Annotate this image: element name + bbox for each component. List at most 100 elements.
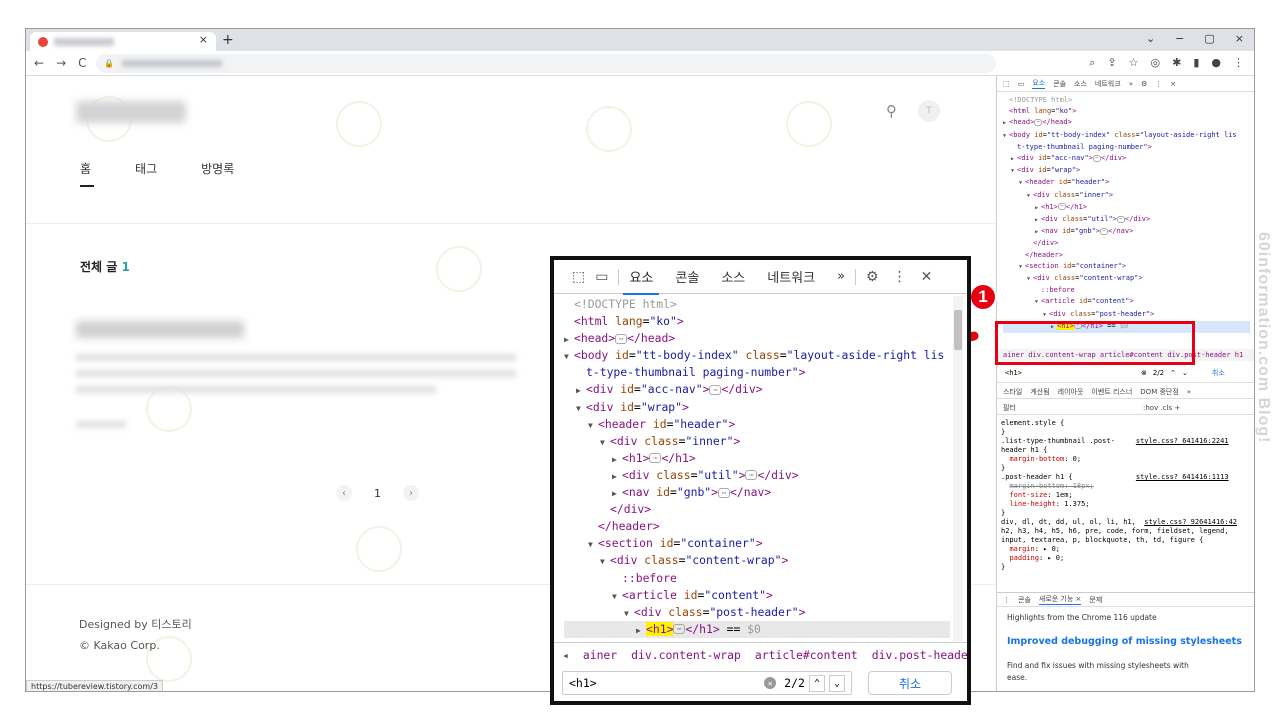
- expand-triangle-icon[interactable]: ▼: [588, 536, 598, 553]
- settings-gear-icon[interactable]: ⚙: [1141, 80, 1147, 88]
- subtab-computed[interactable]: 계산됨: [1030, 387, 1049, 397]
- dom-tree-row[interactable]: ▼ <div class="content-wrap">: [564, 552, 950, 569]
- dom-tree-row[interactable]: <html lang="ko">: [1003, 106, 1250, 117]
- dom-tree-row[interactable]: t-type-thumbnail paging-number">: [1003, 142, 1250, 153]
- search-clear-icon[interactable]: ✕: [764, 677, 777, 689]
- styles-pane[interactable]: element.style { } .list-type-thumbnail .…: [997, 417, 1245, 574]
- search-cancel-button[interactable]: 취소: [1212, 368, 1225, 378]
- search-icon[interactable]: ⚲: [886, 102, 897, 120]
- filter-input[interactable]: 필터: [1003, 403, 1143, 413]
- expand-triangle-icon[interactable]: ▼: [576, 400, 586, 417]
- kebab-menu-icon[interactable]: ⋮: [1155, 80, 1162, 88]
- tab-console[interactable]: 콘솔: [1053, 79, 1066, 89]
- menu-kebab-icon[interactable]: ⋮: [1233, 56, 1244, 70]
- dom-tree-row[interactable]: ▼ <header id="header">: [564, 416, 950, 433]
- close-devtools-icon[interactable]: ×: [1170, 80, 1176, 88]
- tab-network[interactable]: 네트워크: [767, 267, 815, 286]
- dom-tree-row[interactable]: ▼ <body id="tt-body-index" class="layout-…: [564, 347, 950, 364]
- kebab-menu-icon[interactable]: ⋮: [893, 269, 907, 285]
- more-tabs-icon[interactable]: »: [1129, 80, 1133, 88]
- inspect-icon[interactable]: ⬚: [572, 269, 585, 285]
- dom-tree-scrollbar[interactable]: [953, 296, 963, 641]
- search-next-icon[interactable]: ⌄: [1182, 369, 1188, 377]
- subtab-layout[interactable]: 레이아웃: [1058, 387, 1084, 397]
- drawer-tab-issues[interactable]: 문제: [1089, 595, 1102, 605]
- close-window-button[interactable]: ×: [1235, 32, 1244, 45]
- expand-triangle-icon[interactable]: ▶: [612, 451, 622, 468]
- dom-tree-row[interactable]: <!DOCTYPE html>: [1003, 95, 1250, 106]
- search-clear-icon[interactable]: ⊗: [1141, 369, 1147, 377]
- dom-tree-row[interactable]: ▶ <div id="acc-nav"> ⋯ </div>: [564, 381, 950, 398]
- dom-tree-row[interactable]: ▶ <head> ⋯ </head>: [1003, 117, 1250, 129]
- dom-tree-row[interactable]: ▼ <header id="header">: [1003, 177, 1250, 189]
- new-tab-button[interactable]: +: [222, 32, 234, 48]
- expand-triangle-icon[interactable]: ▼: [600, 434, 610, 451]
- close-devtools-icon[interactable]: ✕: [921, 269, 933, 285]
- drawer-feature-link[interactable]: Improved debugging of missing stylesheet…: [1007, 636, 1246, 648]
- dom-tree-row[interactable]: ▼ <div class="post-header">: [1003, 309, 1250, 321]
- search-prev-icon[interactable]: ⌃: [808, 674, 825, 692]
- expand-triangle-icon[interactable]: ▼: [600, 553, 610, 570]
- drawer-kebab-icon[interactable]: ⋮: [1003, 596, 1010, 604]
- dom-tree-row[interactable]: ▼ <div class="inner">: [1003, 190, 1250, 202]
- dom-tree-row[interactable]: ▼ <article id="content">: [1003, 296, 1250, 308]
- back-icon[interactable]: ←: [34, 56, 44, 70]
- dom-tree[interactable]: <!DOCTYPE html> <html lang="ko"> ▶ <head> ⋯ <…: [564, 296, 950, 638]
- search-next-icon[interactable]: ⌄: [828, 674, 845, 692]
- dom-tree-row-selected[interactable]: ▶ <h1> ⋯ </h1> == $0: [564, 620, 950, 638]
- camera-icon[interactable]: ◎: [1151, 56, 1161, 70]
- subtab-styles[interactable]: 스타일: [1003, 387, 1022, 397]
- avatar[interactable]: T: [918, 100, 940, 122]
- forward-icon[interactable]: →: [56, 56, 66, 70]
- dom-tree-row[interactable]: ▼ <article id="content">: [564, 587, 950, 604]
- dom-search-input[interactable]: <h1> ✕ 2/2 ⌃ ⌄: [562, 671, 852, 695]
- blog-logo-blurred[interactable]: [76, 101, 186, 123]
- dom-tree-row[interactable]: ▶ <div id="acc-nav"> ⋯ </div>: [1003, 153, 1250, 165]
- maximize-button[interactable]: ▢: [1204, 32, 1214, 45]
- dom-tree-row[interactable]: ▼ <div id="wrap">: [1003, 165, 1250, 177]
- extensions-puzzle-icon[interactable]: ✱: [1172, 56, 1181, 70]
- reload-icon[interactable]: C: [78, 56, 86, 70]
- tab-network[interactable]: 네트워크: [1095, 79, 1121, 89]
- tab-close-icon[interactable]: ×: [199, 33, 208, 46]
- breadcrumb-item[interactable]: div.post-header: [872, 648, 967, 662]
- dom-tree-row[interactable]: t-type-thumbnail paging-number">: [564, 364, 950, 381]
- dom-tree-row[interactable]: ▶ <h1> ⋯ </h1>: [1003, 202, 1250, 214]
- tab-search-icon[interactable]: ⌄: [1146, 32, 1155, 45]
- tab-elements[interactable]: 요소: [623, 267, 660, 295]
- device-toggle-icon[interactable]: ▭: [595, 269, 608, 285]
- expand-triangle-icon[interactable]: ▶: [636, 622, 646, 638]
- dom-tree-row[interactable]: ::before: [564, 570, 950, 587]
- dom-tree-row[interactable]: ▶ <nav id="gnb"> ⋯ </nav>: [1003, 226, 1250, 238]
- menu-item-tag[interactable]: 태그: [135, 160, 157, 177]
- dom-tree-row[interactable]: ▼ <section id="container">: [1003, 261, 1250, 273]
- dom-tree-row[interactable]: ▼ <section id="container">: [564, 535, 950, 552]
- dom-tree-row[interactable]: ▶ <div class="util"> ⋯ </div>: [564, 467, 950, 484]
- subtab-dom-breakpoints[interactable]: DOM 중단점: [1140, 387, 1179, 397]
- drawer-tab-whats-new[interactable]: 새로운 기능 ×: [1038, 594, 1082, 605]
- expand-triangle-icon[interactable]: ▼: [624, 605, 634, 622]
- dom-tree-row[interactable]: ▶ <h1> ⋯ </h1>: [564, 450, 950, 467]
- dom-tree-row[interactable]: ▼ <div id="wrap">: [564, 399, 950, 416]
- search-prev-icon[interactable]: ⌃: [1170, 369, 1176, 377]
- page-number[interactable]: 1: [374, 487, 381, 500]
- menu-item-home[interactable]: 홈: [80, 160, 95, 187]
- zoom-icon[interactable]: ⌕: [1089, 56, 1095, 70]
- dom-tree-small[interactable]: <!DOCTYPE html> <html lang="ko"> ▶ <head> ⋯ <…: [997, 92, 1254, 336]
- dom-tree-row[interactable]: <html lang="ko">: [564, 313, 950, 330]
- dom-tree-row[interactable]: ▼ <body id="tt-body-index" class="layout-…: [1003, 130, 1250, 142]
- tab-elements[interactable]: 요소: [1032, 78, 1046, 89]
- url-field[interactable]: 🔒: [96, 54, 996, 73]
- breadcrumb-item[interactable]: article#content: [755, 648, 858, 662]
- browser-tab[interactable]: ×: [30, 32, 216, 51]
- drawer-tab-console[interactable]: 콘솔: [1018, 595, 1031, 605]
- tab-sources[interactable]: 소스: [1074, 79, 1087, 89]
- dom-tree-row[interactable]: ▶ <div class="util"> ⋯ </div>: [1003, 214, 1250, 226]
- expand-triangle-icon[interactable]: ▶: [576, 382, 586, 399]
- dom-tree-row[interactable]: </header>: [564, 518, 950, 535]
- expand-triangle-icon[interactable]: ▼: [564, 348, 574, 365]
- dom-tree-row[interactable]: ▼ <div class="inner">: [564, 433, 950, 450]
- breadcrumb-left-icon[interactable]: ◂: [562, 648, 569, 662]
- search-cancel-button[interactable]: 취소: [868, 671, 952, 695]
- dom-tree-row[interactable]: ▼ <div class="post-header">: [564, 604, 950, 621]
